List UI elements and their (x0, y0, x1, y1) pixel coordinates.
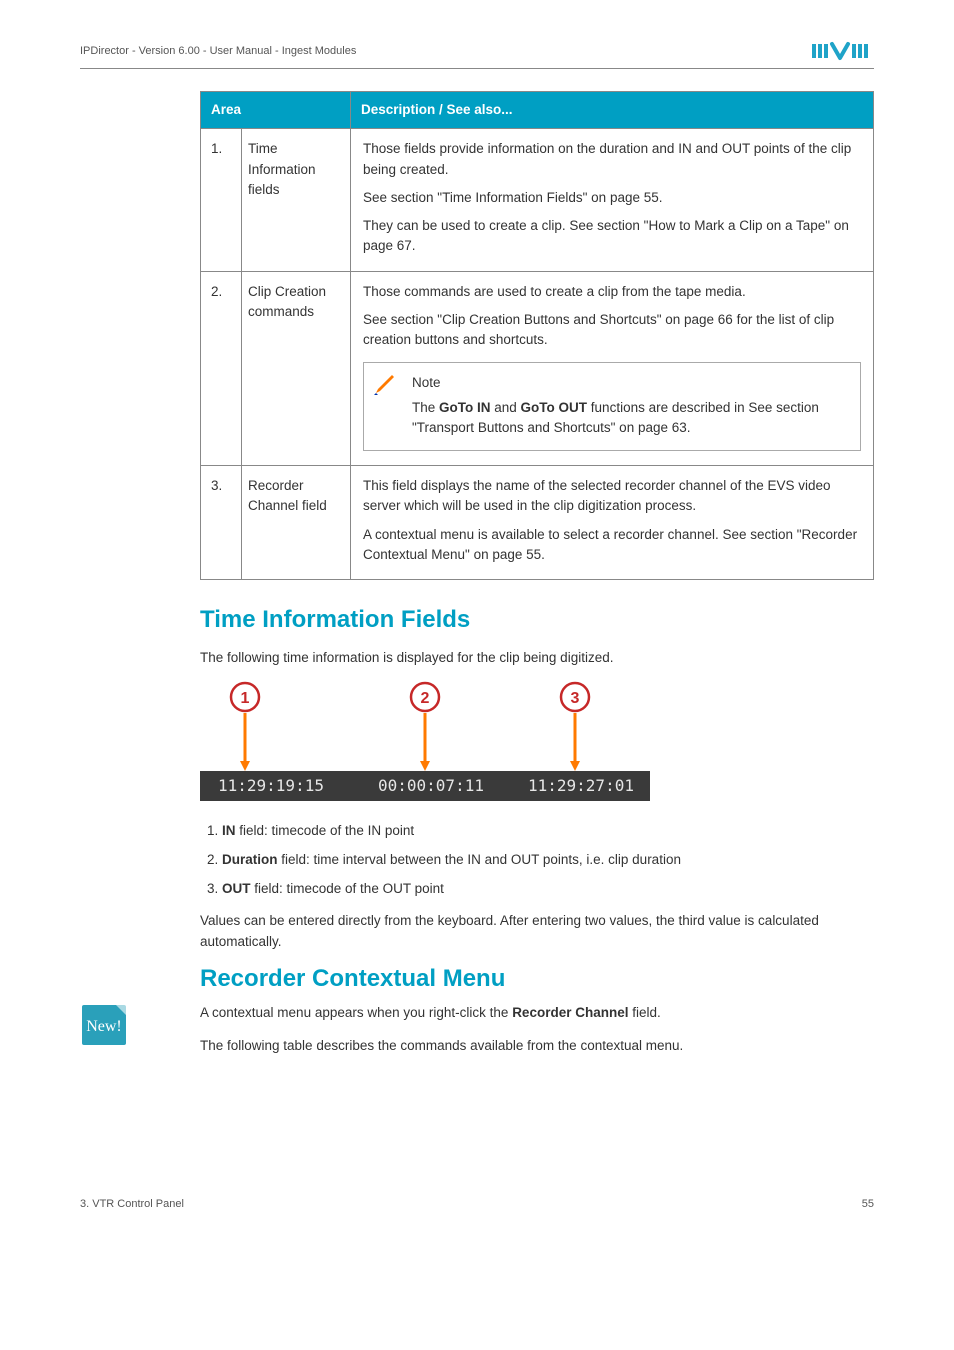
note-body: The GoTo IN and GoTo OUT functions are d… (412, 398, 848, 439)
row-title: Time Information fields (242, 129, 351, 271)
row-title: Clip Creation commands (242, 271, 351, 466)
table-row: 1. Time Information fields Those fields … (201, 129, 874, 271)
page-header: IPDirector - Version 6.00 - User Manual … (80, 40, 874, 69)
paragraph: A contextual menu appears when you right… (200, 1003, 874, 1024)
timecode-out: 11:29:27:01 (528, 776, 634, 795)
note-title: Note (412, 373, 848, 393)
text: field. (628, 1005, 660, 1020)
evs-logo (812, 40, 874, 62)
row-desc: This field displays the name of the sele… (351, 466, 874, 580)
text: and (491, 400, 521, 415)
paragraph: Those fields provide information on the … (363, 139, 861, 180)
paragraph: Values can be entered directly from the … (200, 911, 874, 953)
text-bold: GoTo IN (439, 400, 491, 415)
circle-label-2: 2 (421, 690, 430, 707)
paragraph: Those commands are used to create a clip… (363, 282, 861, 302)
paragraph: A contextual menu is available to select… (363, 525, 861, 566)
paragraph: The following time information is displa… (200, 648, 874, 669)
paragraph: See section "Time Information Fields" on… (363, 188, 861, 208)
list-item: Duration field: time interval between th… (222, 849, 874, 872)
row-title: Recorder Channel field (242, 466, 351, 580)
table-row: 2. Clip Creation commands Those commands… (201, 271, 874, 466)
text: field: timecode of the OUT point (251, 881, 444, 896)
row-number: 1. (201, 129, 242, 271)
section-title-recorder-menu: Recorder Contextual Menu (200, 965, 874, 993)
text-bold: Duration (222, 852, 278, 867)
svg-text:New!: New! (86, 1018, 122, 1035)
circle-label-3: 3 (571, 690, 580, 707)
area-description-table: Area Description / See also... 1. Time I… (200, 91, 874, 580)
footer-page-number: 55 (862, 1198, 874, 1210)
row-desc: Those commands are used to create a clip… (351, 271, 874, 466)
text-bold: OUT (222, 881, 251, 896)
row-number: 2. (201, 271, 242, 466)
text: field: time interval between the IN and … (278, 852, 681, 867)
circle-label-1: 1 (241, 690, 250, 707)
timecode-duration: 00:00:07:11 (378, 776, 484, 795)
row-number: 3. (201, 466, 242, 580)
list-item: OUT field: timecode of the OUT point (222, 878, 874, 901)
note-box: Note The GoTo IN and GoTo OUT functions … (363, 362, 861, 451)
page-footer: 3. VTR Control Panel 55 (80, 1198, 874, 1210)
paragraph: They can be used to create a clip. See s… (363, 216, 861, 257)
timecode-in: 11:29:19:15 (218, 776, 324, 795)
text: The (412, 400, 439, 415)
text-bold: IN (222, 823, 236, 838)
table-header-desc: Description / See also... (351, 92, 874, 129)
paragraph: This field displays the name of the sele… (363, 476, 861, 517)
section-title-time-info: Time Information Fields (200, 606, 874, 634)
paragraph: See section "Clip Creation Buttons and S… (363, 310, 861, 351)
table-header-area: Area (201, 92, 351, 129)
text: field: timecode of the IN point (236, 823, 415, 838)
table-row: 3. Recorder Channel field This field dis… (201, 466, 874, 580)
text-bold: GoTo OUT (521, 400, 588, 415)
timecode-diagram: 1 2 3 11:29:19:15 00:0 (200, 681, 874, 806)
new-sticker-icon: New! (80, 1001, 124, 1045)
list-item: IN field: timecode of the IN point (222, 820, 874, 843)
note-pencil-icon (372, 371, 398, 397)
footer-section: 3. VTR Control Panel (80, 1198, 184, 1210)
header-title: IPDirector - Version 6.00 - User Manual … (80, 45, 356, 57)
text: A contextual menu appears when you right… (200, 1005, 512, 1020)
paragraph: The following table describes the comman… (200, 1036, 874, 1057)
field-list: IN field: timecode of the IN point Durat… (200, 820, 874, 901)
text-bold: Recorder Channel (512, 1005, 628, 1020)
row-desc: Those fields provide information on the … (351, 129, 874, 271)
